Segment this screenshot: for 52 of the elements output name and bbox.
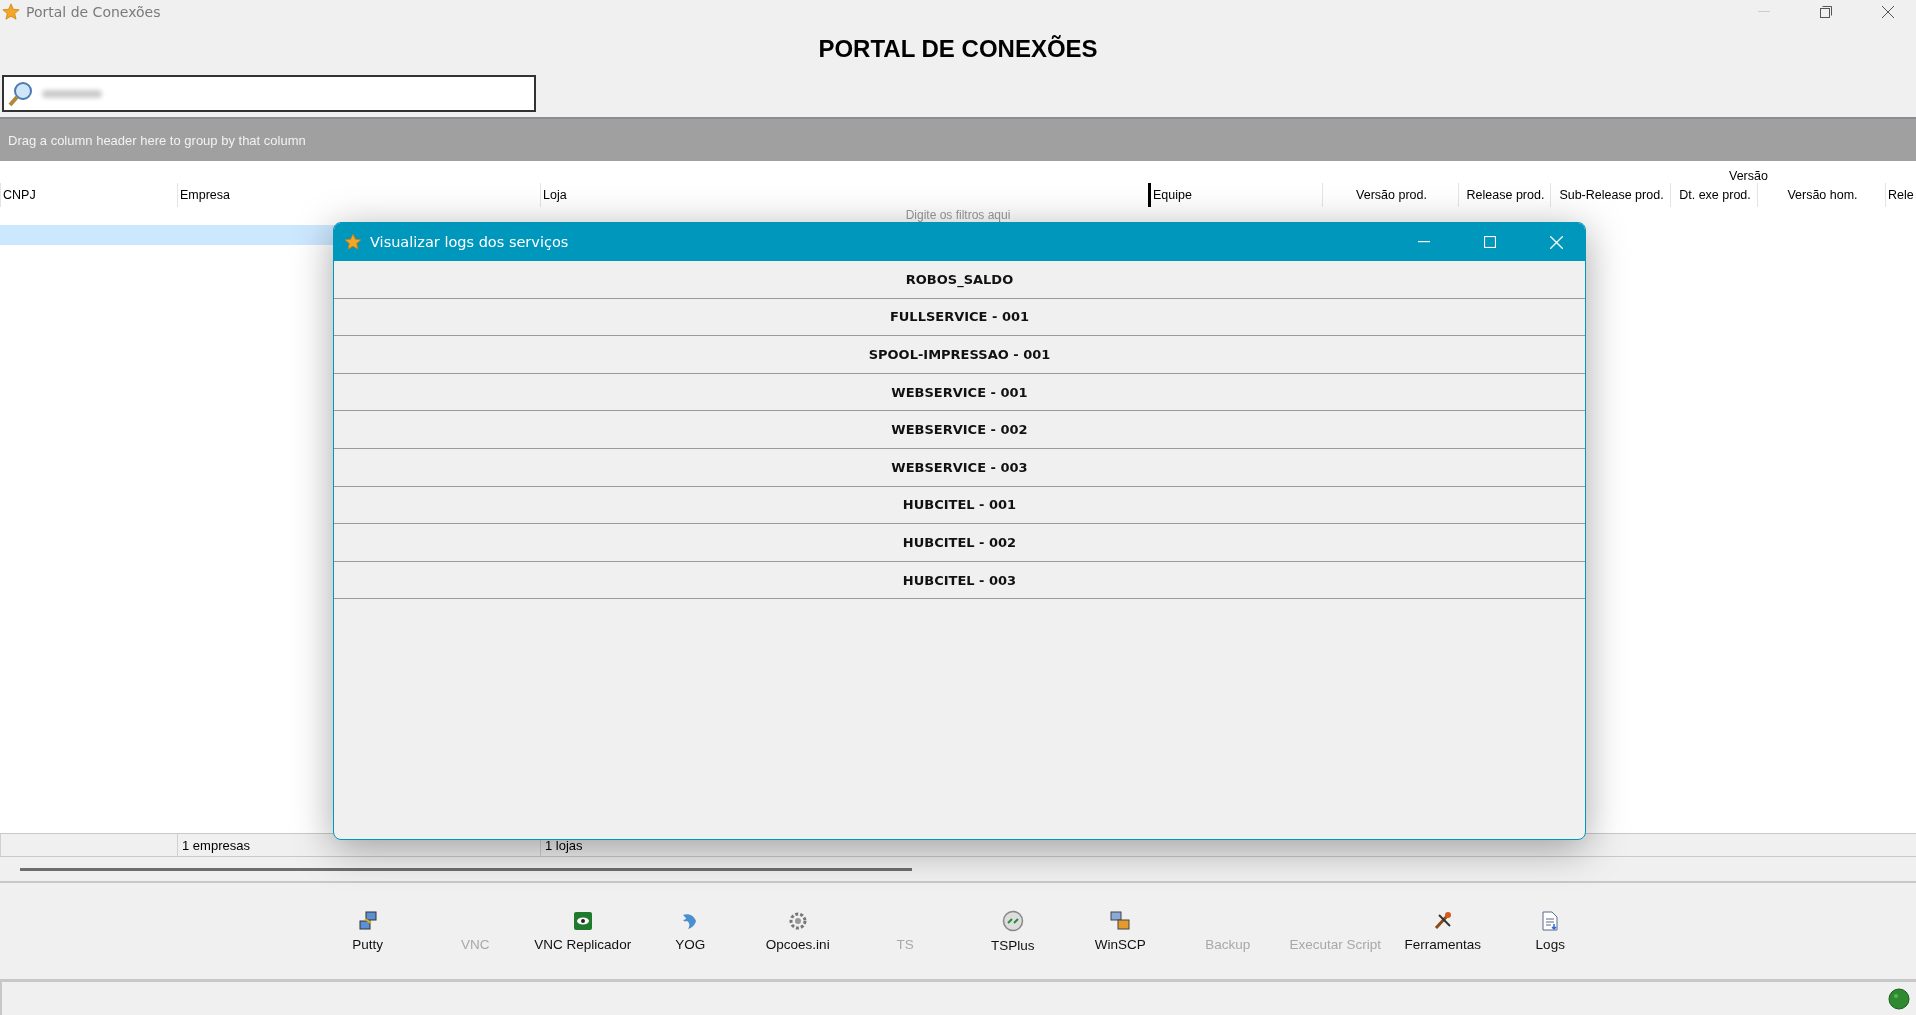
- toolbar-button[interactable]: VNC Replicador: [529, 901, 637, 961]
- band-header: Versão: [1729, 169, 1768, 183]
- column-header[interactable]: Release prod.: [1458, 183, 1550, 207]
- computers-icon: [1110, 910, 1131, 931]
- column-header[interactable]: Equipe: [1148, 183, 1322, 207]
- toolbar-button[interactable]: Ferramentas: [1389, 901, 1497, 961]
- service-item[interactable]: FULLSERVICE - 001: [334, 298, 1585, 337]
- computer-icon: [357, 910, 378, 931]
- column-header[interactable]: Versão hom.: [1757, 183, 1885, 207]
- column-header[interactable]: Versão prod.: [1322, 183, 1458, 207]
- maximize-icon: [1484, 236, 1496, 248]
- column-header[interactable]: Empresa: [177, 183, 540, 207]
- search-field[interactable]: [2, 75, 536, 112]
- star-icon: [2, 3, 20, 21]
- tools-icon: [1432, 910, 1453, 931]
- service-item[interactable]: HUBCITEL - 003: [334, 561, 1585, 600]
- service-item[interactable]: WEBSERVICE - 001: [334, 373, 1585, 412]
- star-icon: [344, 233, 362, 251]
- toolbar-button[interactable]: Opcoes.ini: [744, 901, 852, 961]
- service-item[interactable]: WEBSERVICE - 003: [334, 448, 1585, 487]
- restore-icon: [1820, 6, 1832, 18]
- toolbar-button[interactable]: YOG: [636, 901, 744, 961]
- window-title: Portal de Conexões: [26, 4, 162, 20]
- service-item[interactable]: WEBSERVICE - 002: [334, 411, 1585, 449]
- arrows-circle-icon: [1001, 909, 1024, 932]
- scrollbar-thumb[interactable]: [20, 867, 912, 871]
- status-icon: [1888, 987, 1910, 1010]
- service-item[interactable]: HUBCITEL - 002: [334, 524, 1585, 562]
- gear-icon: [787, 910, 808, 931]
- close-icon: [1882, 6, 1894, 18]
- toolbar-button[interactable]: Logs: [1496, 901, 1604, 961]
- toolbar-button[interactable]: WinSCP: [1066, 901, 1174, 961]
- minimize-icon: [1418, 241, 1430, 243]
- column-header[interactable]: Loja: [540, 183, 1148, 207]
- column-header[interactable]: Sub-Release prod.: [1550, 183, 1670, 207]
- service-item[interactable]: ROBOS_SALDO: [334, 261, 1585, 299]
- column-header[interactable]: Rele: [1885, 183, 1916, 207]
- toolbar-button[interactable]: Putty: [314, 901, 422, 961]
- page-heading: PORTAL DE CONEXÕES: [817, 34, 1099, 64]
- service-item[interactable]: HUBCITEL - 001: [334, 486, 1585, 525]
- search-icon: [8, 80, 34, 107]
- column-header[interactable]: Dt. exe prod.: [1670, 183, 1757, 207]
- document-icon: [1541, 910, 1560, 931]
- dialog-title: Visualizar logs dos serviços: [370, 234, 570, 250]
- filter-hint: Digite os filtros aqui: [905, 207, 1011, 224]
- eye-icon: [572, 910, 593, 931]
- column-header[interactable]: CNPJ: [0, 183, 177, 207]
- close-icon: [1549, 235, 1563, 249]
- toolbar-button[interactable]: TSPlus: [959, 901, 1067, 961]
- service-item[interactable]: SPOOL-IMPRESSAO - 001: [334, 336, 1585, 374]
- group-hint: Drag a column header here to group by that column: [8, 132, 306, 148]
- minimize-icon: [1758, 11, 1770, 13]
